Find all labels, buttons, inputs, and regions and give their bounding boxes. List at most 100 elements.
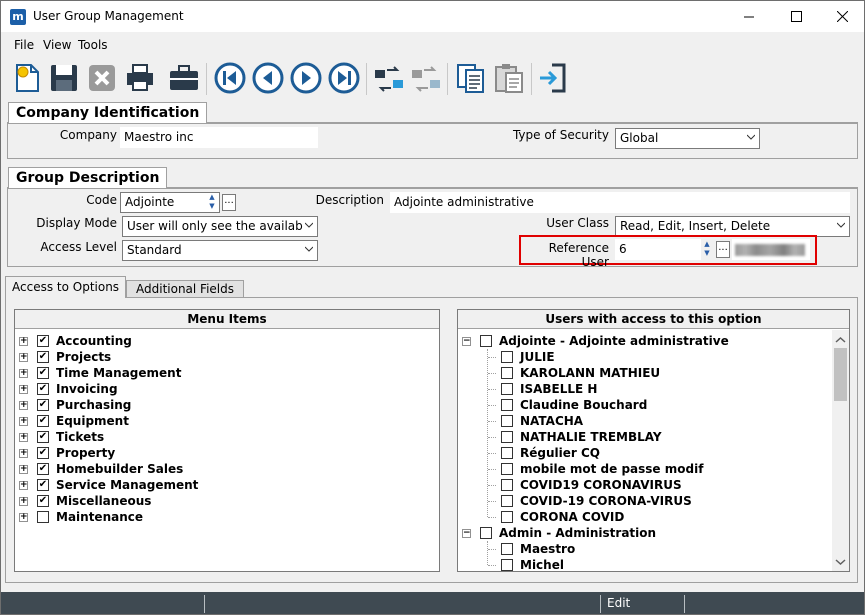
menu-item-checkbox[interactable]: ✔: [37, 335, 49, 347]
user-checkbox[interactable]: [501, 511, 513, 523]
menu-item-checkbox[interactable]: ✔: [37, 399, 49, 411]
maximize-button[interactable]: [773, 1, 819, 32]
menu-item-checkbox[interactable]: ✔: [37, 447, 49, 459]
delete-button[interactable]: [85, 61, 119, 95]
menu-view[interactable]: View: [43, 38, 71, 52]
user-row[interactable]: Claudine Bouchard: [458, 397, 828, 413]
user-row[interactable]: Michel: [458, 557, 828, 571]
security-type-select[interactable]: Global: [615, 128, 760, 149]
menu-item-checkbox[interactable]: ✔: [37, 495, 49, 507]
user-class-select[interactable]: Read, Edit, Insert, Delete: [615, 216, 850, 237]
reference-user-lookup-button[interactable]: ...: [716, 241, 730, 258]
new-button[interactable]: [10, 61, 44, 95]
company-field[interactable]: Maestro inc: [120, 127, 318, 148]
user-row[interactable]: COVID19 CORONAVIRUS: [458, 477, 828, 493]
reference-user-spinner[interactable]: ▲ ▼: [701, 240, 713, 259]
user-group-row[interactable]: − Adjointe - Adjointe administrative: [458, 333, 828, 349]
save-button[interactable]: [47, 61, 81, 95]
users-scrollbar[interactable]: [832, 330, 849, 571]
user-row[interactable]: ISABELLE H: [458, 381, 828, 397]
transfer-disabled-button[interactable]: [409, 61, 443, 95]
expand-icon[interactable]: +: [19, 513, 28, 522]
exit-button[interactable]: [536, 61, 570, 95]
last-record-button[interactable]: [327, 61, 361, 95]
expand-icon[interactable]: +: [19, 465, 28, 474]
menu-item-row[interactable]: + ✔ Homebuilder Sales: [15, 461, 435, 477]
menu-items-list[interactable]: Menu Items + ✔ Accounting + ✔ Projects + ✔ Time …: [14, 309, 440, 572]
menu-item-row[interactable]: + ✔ Equipment: [15, 413, 435, 429]
tab-access-to-options[interactable]: Access to Options: [5, 276, 127, 298]
user-checkbox[interactable]: [501, 415, 513, 427]
user-row[interactable]: mobile mot de passe modif: [458, 461, 828, 477]
menu-item-row[interactable]: + ✔ Purchasing: [15, 397, 435, 413]
menu-item-row[interactable]: + ✔ Miscellaneous: [15, 493, 435, 509]
collapse-icon[interactable]: −: [462, 337, 471, 346]
user-row[interactable]: NATACHA: [458, 413, 828, 429]
expand-icon[interactable]: +: [19, 481, 28, 490]
scroll-thumb[interactable]: [834, 348, 847, 401]
menu-item-row[interactable]: + ✔ Time Management: [15, 365, 435, 381]
user-row[interactable]: NATHALIE TREMBLAY: [458, 429, 828, 445]
user-row[interactable]: Régulier CQ: [458, 445, 828, 461]
menu-item-checkbox[interactable]: ✔: [37, 479, 49, 491]
collapse-icon[interactable]: −: [462, 529, 471, 538]
code-field[interactable]: Adjointe: [120, 192, 220, 213]
menu-item-checkbox[interactable]: ✔: [37, 463, 49, 475]
user-checkbox[interactable]: [501, 543, 513, 555]
menu-item-row[interactable]: + ✔ Property: [15, 445, 435, 461]
user-checkbox[interactable]: [501, 383, 513, 395]
user-row[interactable]: COVID-19 CORONA-VIRUS: [458, 493, 828, 509]
user-row[interactable]: JULIE: [458, 349, 828, 365]
code-spinner[interactable]: ▲ ▼: [206, 193, 218, 212]
expand-icon[interactable]: +: [19, 353, 28, 362]
expand-icon[interactable]: +: [19, 449, 28, 458]
copy-button[interactable]: [454, 61, 488, 95]
user-group-checkbox[interactable]: [480, 527, 492, 539]
user-checkbox[interactable]: [501, 447, 513, 459]
menu-item-row[interactable]: + ✔ Service Management: [15, 477, 435, 493]
expand-icon[interactable]: +: [19, 433, 28, 442]
expand-icon[interactable]: +: [19, 401, 28, 410]
expand-icon[interactable]: +: [19, 337, 28, 346]
user-checkbox[interactable]: [501, 559, 513, 571]
description-field[interactable]: Adjointe administrative: [390, 192, 850, 213]
display-mode-select[interactable]: User will only see the availab: [122, 216, 318, 237]
expand-icon[interactable]: +: [19, 385, 28, 394]
previous-record-button[interactable]: [251, 61, 285, 95]
user-checkbox[interactable]: [501, 463, 513, 475]
next-record-button[interactable]: [289, 61, 323, 95]
expand-icon[interactable]: +: [19, 369, 28, 378]
menu-item-checkbox[interactable]: ✔: [37, 415, 49, 427]
reference-user-field[interactable]: 6: [615, 239, 701, 260]
menu-item-row[interactable]: + ✔ Invoicing: [15, 381, 435, 397]
menu-item-row[interactable]: + ✔ Accounting: [15, 333, 435, 349]
menu-item-row[interactable]: + ✔ Projects: [15, 349, 435, 365]
close-button[interactable]: [819, 1, 865, 32]
expand-icon[interactable]: +: [19, 417, 28, 426]
user-checkbox[interactable]: [501, 399, 513, 411]
tab-additional-fields[interactable]: Additional Fields: [126, 280, 245, 298]
minimize-button[interactable]: [726, 1, 772, 32]
user-checkbox[interactable]: [501, 367, 513, 379]
user-group-checkbox[interactable]: [480, 335, 492, 347]
user-row[interactable]: CORONA COVID: [458, 509, 828, 525]
access-level-select[interactable]: Standard: [122, 240, 318, 261]
print-button[interactable]: [123, 61, 157, 95]
transfer-button[interactable]: [372, 61, 406, 95]
first-record-button[interactable]: [213, 61, 247, 95]
menu-item-row[interactable]: + ✔ Tickets: [15, 429, 435, 445]
menu-tools[interactable]: Tools: [78, 38, 108, 52]
briefcase-button[interactable]: [167, 61, 201, 95]
user-row[interactable]: Maestro: [458, 541, 828, 557]
users-access-list[interactable]: Users with access to this option − Adjoin…: [457, 309, 850, 572]
user-group-row[interactable]: − Admin - Administration: [458, 525, 828, 541]
menu-item-checkbox[interactable]: ✔: [37, 383, 49, 395]
expand-icon[interactable]: +: [19, 497, 28, 506]
user-row[interactable]: KAROLANN MATHIEU: [458, 365, 828, 381]
code-lookup-button[interactable]: ...: [222, 194, 236, 211]
user-checkbox[interactable]: [501, 351, 513, 363]
user-checkbox[interactable]: [501, 431, 513, 443]
menu-item-checkbox[interactable]: ✔: [37, 351, 49, 363]
menu-item-checkbox[interactable]: [37, 511, 49, 523]
paste-button[interactable]: [492, 61, 526, 95]
